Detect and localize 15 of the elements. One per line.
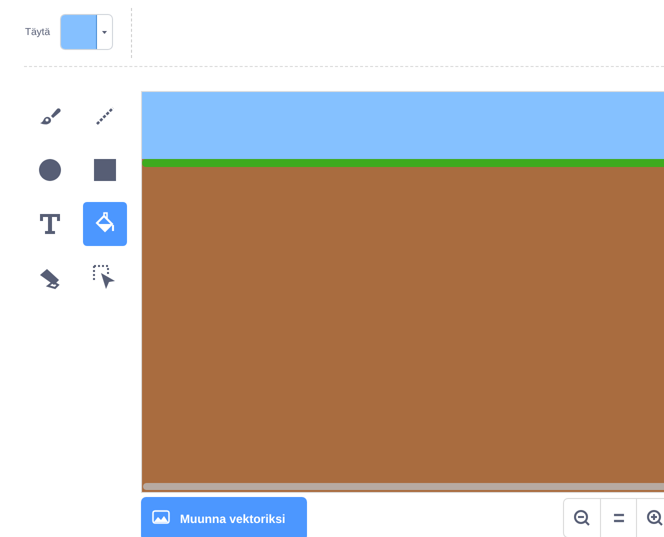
caret-icon bbox=[102, 30, 108, 34]
text-icon bbox=[39, 213, 61, 235]
horizontal-scrollbar[interactable] bbox=[143, 483, 664, 490]
equals-icon bbox=[612, 513, 624, 523]
zoom-in-icon bbox=[646, 509, 664, 527]
rectangle-icon bbox=[94, 159, 116, 181]
select-icon bbox=[93, 265, 117, 291]
circle-icon bbox=[38, 158, 62, 182]
fill-label: Täytä bbox=[25, 26, 50, 40]
zoom-in-button[interactable] bbox=[636, 499, 664, 537]
fill-tool[interactable] bbox=[83, 202, 127, 246]
image-icon bbox=[152, 510, 170, 524]
convert-to-vector-button[interactable]: Muunna vektoriksi bbox=[141, 497, 307, 537]
fill-color-dropdown[interactable] bbox=[60, 14, 114, 50]
zoom-out-icon bbox=[573, 509, 591, 527]
